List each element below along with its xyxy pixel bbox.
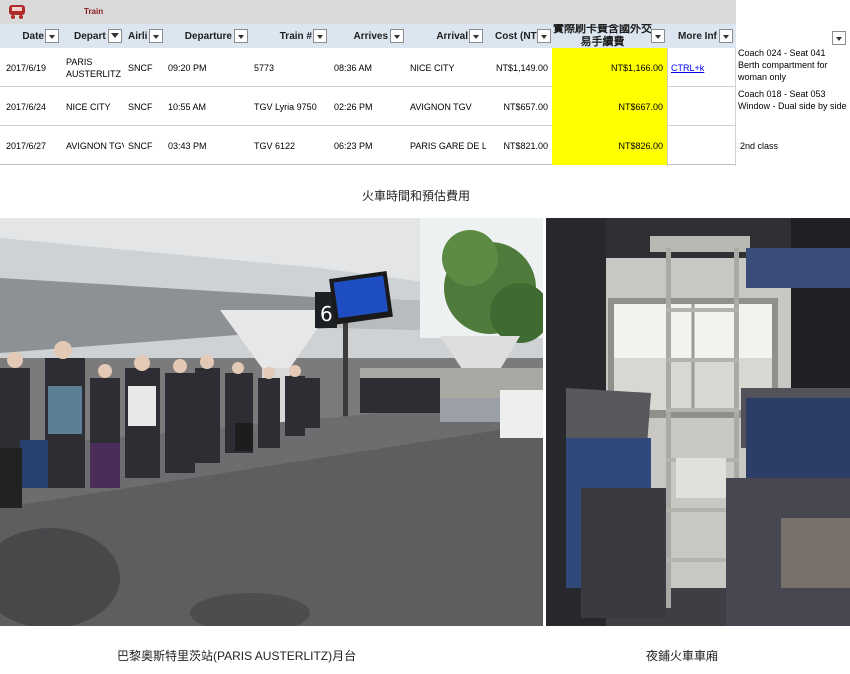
cell-arrives: 08:36 AM — [334, 62, 373, 73]
header-actual-cost: 實際刷卡費含國外交易手續費 — [553, 24, 652, 48]
cabin-scene — [546, 218, 850, 626]
cell-train: 5773 — [254, 62, 275, 73]
cell-airline: SNCF — [128, 101, 153, 112]
divider — [667, 48, 668, 166]
filter-dropdown-date[interactable] — [45, 29, 59, 43]
title-bar: Train — [0, 0, 736, 24]
cell-arrival: PARIS GARE DE LY — [410, 140, 486, 151]
note-text: Coach 018 - Seat 053 Window - Dual side … — [738, 89, 847, 111]
cell-departure: 10:55 AM — [168, 101, 207, 112]
cell-airline: SNCF — [128, 62, 153, 73]
filter-active-icon[interactable] — [108, 29, 122, 43]
cell-cost: NT$657.00 — [503, 101, 548, 112]
cell-airline: SNCF — [128, 140, 153, 151]
cell-cost: NT$1,149.00 — [495, 62, 548, 73]
filter-dropdown-more-info[interactable] — [719, 29, 733, 43]
filter-dropdown-train[interactable] — [313, 29, 327, 43]
caption-table: 火車時間和預估費用 — [362, 189, 471, 203]
cell-train: TGV Lyria 9750 — [254, 101, 317, 112]
cell-more-info — [667, 87, 736, 126]
platform-number: 6 — [320, 302, 333, 326]
cell-arrival: AVIGNON TGV — [410, 101, 472, 112]
cell-actual-cost: NT$667.00 — [552, 87, 667, 126]
cell-depart: NICE CITY — [66, 101, 111, 112]
spreadsheet: Train Date Depart Airli Departure Train … — [0, 0, 736, 166]
cell-date: 2017/6/24 — [6, 101, 47, 112]
table-row[interactable]: 2017/6/19 PARIS AUSTERLITZ SNCF 09:20 PM… — [0, 48, 736, 87]
train-icon — [9, 5, 25, 19]
caption-sleeper: 夜鋪火車車廂 — [646, 649, 719, 663]
cell-depart: PARIS AUSTERLITZ — [66, 56, 122, 79]
cell-train: TGV 6122 — [254, 140, 296, 151]
table-header: Date Depart Airli Departure Train # Arri… — [0, 24, 736, 48]
hyperlink-more-info[interactable]: CTRL+k — [667, 48, 736, 87]
cell-actual-cost: NT$1,166.00 — [552, 48, 667, 87]
table-row[interactable]: 2017/6/24 NICE CITY SNCF 10:55 AM TGV Ly… — [0, 87, 736, 126]
sleeper-cabin-photo — [546, 218, 850, 626]
cell-date: 2017/6/19 — [6, 62, 47, 73]
cell-date: 2017/6/27 — [6, 140, 47, 151]
cell-arrives: 02:26 PM — [334, 101, 373, 112]
filter-dropdown-actual-cost[interactable] — [651, 29, 665, 43]
cell-arrives: 06:23 PM — [334, 140, 373, 151]
note-text: Coach 024 - Seat 041 Berth compartment f… — [738, 48, 828, 82]
cell-cost: NT$821.00 — [503, 140, 548, 151]
cell-departure: 03:43 PM — [168, 140, 207, 151]
note-text: 2nd class — [740, 141, 779, 151]
filter-dropdown-departure[interactable] — [234, 29, 248, 43]
filter-dropdown-airline[interactable] — [149, 29, 163, 43]
cell-more-info — [667, 126, 736, 165]
cell-depart: AVIGNON TGV — [66, 140, 124, 151]
cell-actual-cost: NT$826.00 — [552, 126, 667, 165]
table-row[interactable]: 2017/6/27 AVIGNON TGV SNCF 03:43 PM TGV … — [0, 126, 736, 165]
divider — [735, 48, 736, 166]
station-scene: 6 — [0, 218, 543, 626]
station-platform-photo: 6 — [0, 218, 543, 626]
filter-dropdown-notes[interactable] — [832, 31, 846, 45]
filter-dropdown-cost[interactable] — [537, 29, 551, 43]
cell-arrival: NICE CITY — [410, 62, 455, 73]
filter-dropdown-arrives[interactable] — [390, 29, 404, 43]
app-title: Train — [84, 7, 104, 16]
filter-dropdown-arrival[interactable] — [469, 29, 483, 43]
cell-departure: 09:20 PM — [168, 62, 207, 73]
caption-station: 巴黎奧斯特里茨站(PARIS AUSTERLITZ)月台 — [117, 649, 357, 663]
